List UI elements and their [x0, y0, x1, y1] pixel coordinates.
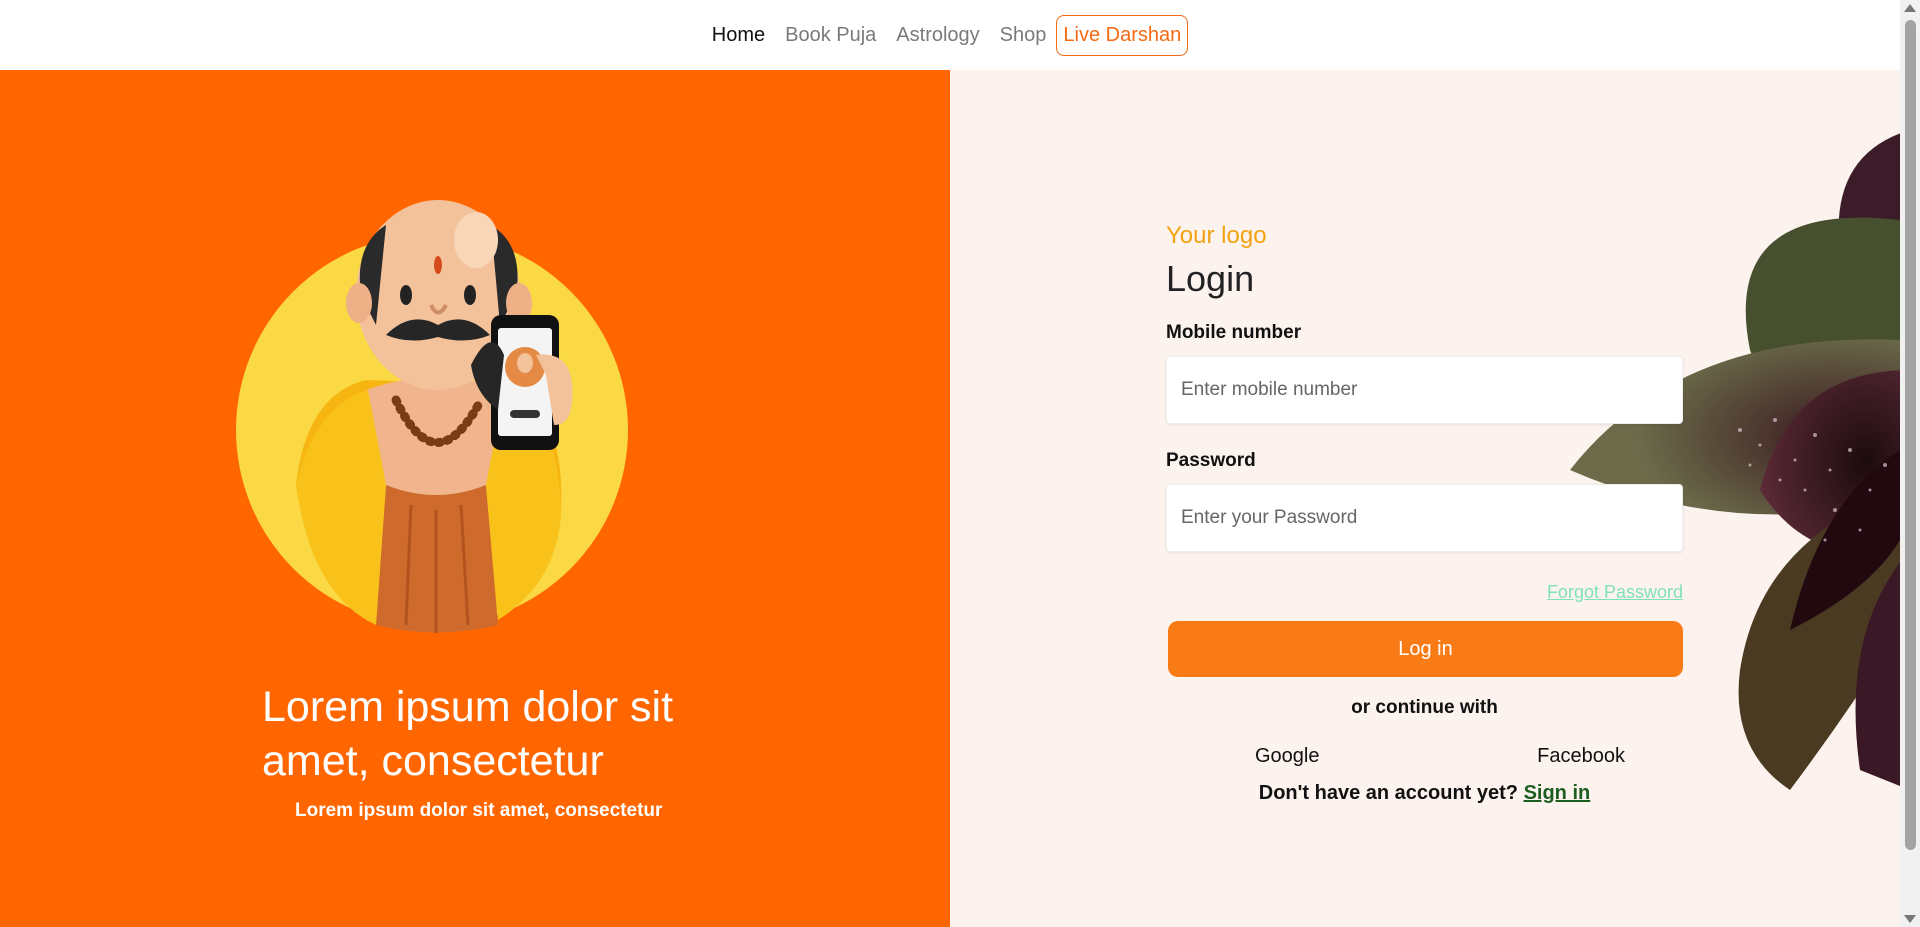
forgot-password-link[interactable]: Forgot Password	[1547, 582, 1683, 602]
mobile-number-input[interactable]	[1166, 356, 1683, 424]
signup-prompt-row: Don't have an account yet? Sign in	[1166, 782, 1683, 805]
nav-astrology[interactable]: Astrology	[896, 24, 979, 47]
nav-links: Home Book Puja Astrology Shop Live Darsh…	[712, 14, 1189, 56]
nav-book-puja[interactable]: Book Puja	[785, 24, 876, 47]
login-title: Login	[1166, 258, 1255, 299]
login-form: Your logo Login Mobile number Password F…	[1166, 222, 1683, 805]
google-login-button[interactable]: Google	[1255, 745, 1320, 768]
nav-live-darshan-button[interactable]: Live Darshan	[1056, 14, 1189, 56]
sign-in-link[interactable]: Sign in	[1524, 782, 1591, 804]
vertical-scrollbar[interactable]	[1900, 0, 1920, 927]
continue-with-text: or continue with	[1351, 697, 1498, 718]
nav-shop[interactable]: Shop	[1000, 24, 1047, 47]
social-login-options: Google Facebook	[1255, 745, 1625, 768]
top-navigation: Home Book Puja Astrology Shop Live Darsh…	[0, 0, 1900, 70]
forgot-password-row: Forgot Password	[1166, 582, 1683, 603]
nav-home[interactable]: Home	[712, 24, 765, 47]
scroll-up-arrow-icon[interactable]	[1904, 4, 1916, 12]
priest-illustration-icon	[236, 200, 628, 633]
mobile-number-label: Mobile number	[1166, 322, 1302, 343]
signup-prompt-text: Don't have an account yet?	[1258, 782, 1518, 804]
password-label: Password	[1166, 450, 1256, 471]
facebook-login-button[interactable]: Facebook	[1537, 745, 1625, 768]
hero-subtitle: Lorem ipsum dolor sit amet, consectetur	[295, 800, 663, 821]
scrollbar-thumb[interactable]	[1905, 20, 1916, 850]
login-button[interactable]: Log in	[1168, 621, 1683, 677]
logo-text: Your logo	[1166, 222, 1267, 249]
hero-title: Lorem ipsum dolor sit amet, consectetur	[262, 683, 674, 785]
scroll-down-arrow-icon[interactable]	[1904, 915, 1916, 923]
hero-panel: Lorem ipsum dolor sit amet, consectetur …	[0, 70, 950, 927]
password-input[interactable]	[1166, 484, 1683, 552]
